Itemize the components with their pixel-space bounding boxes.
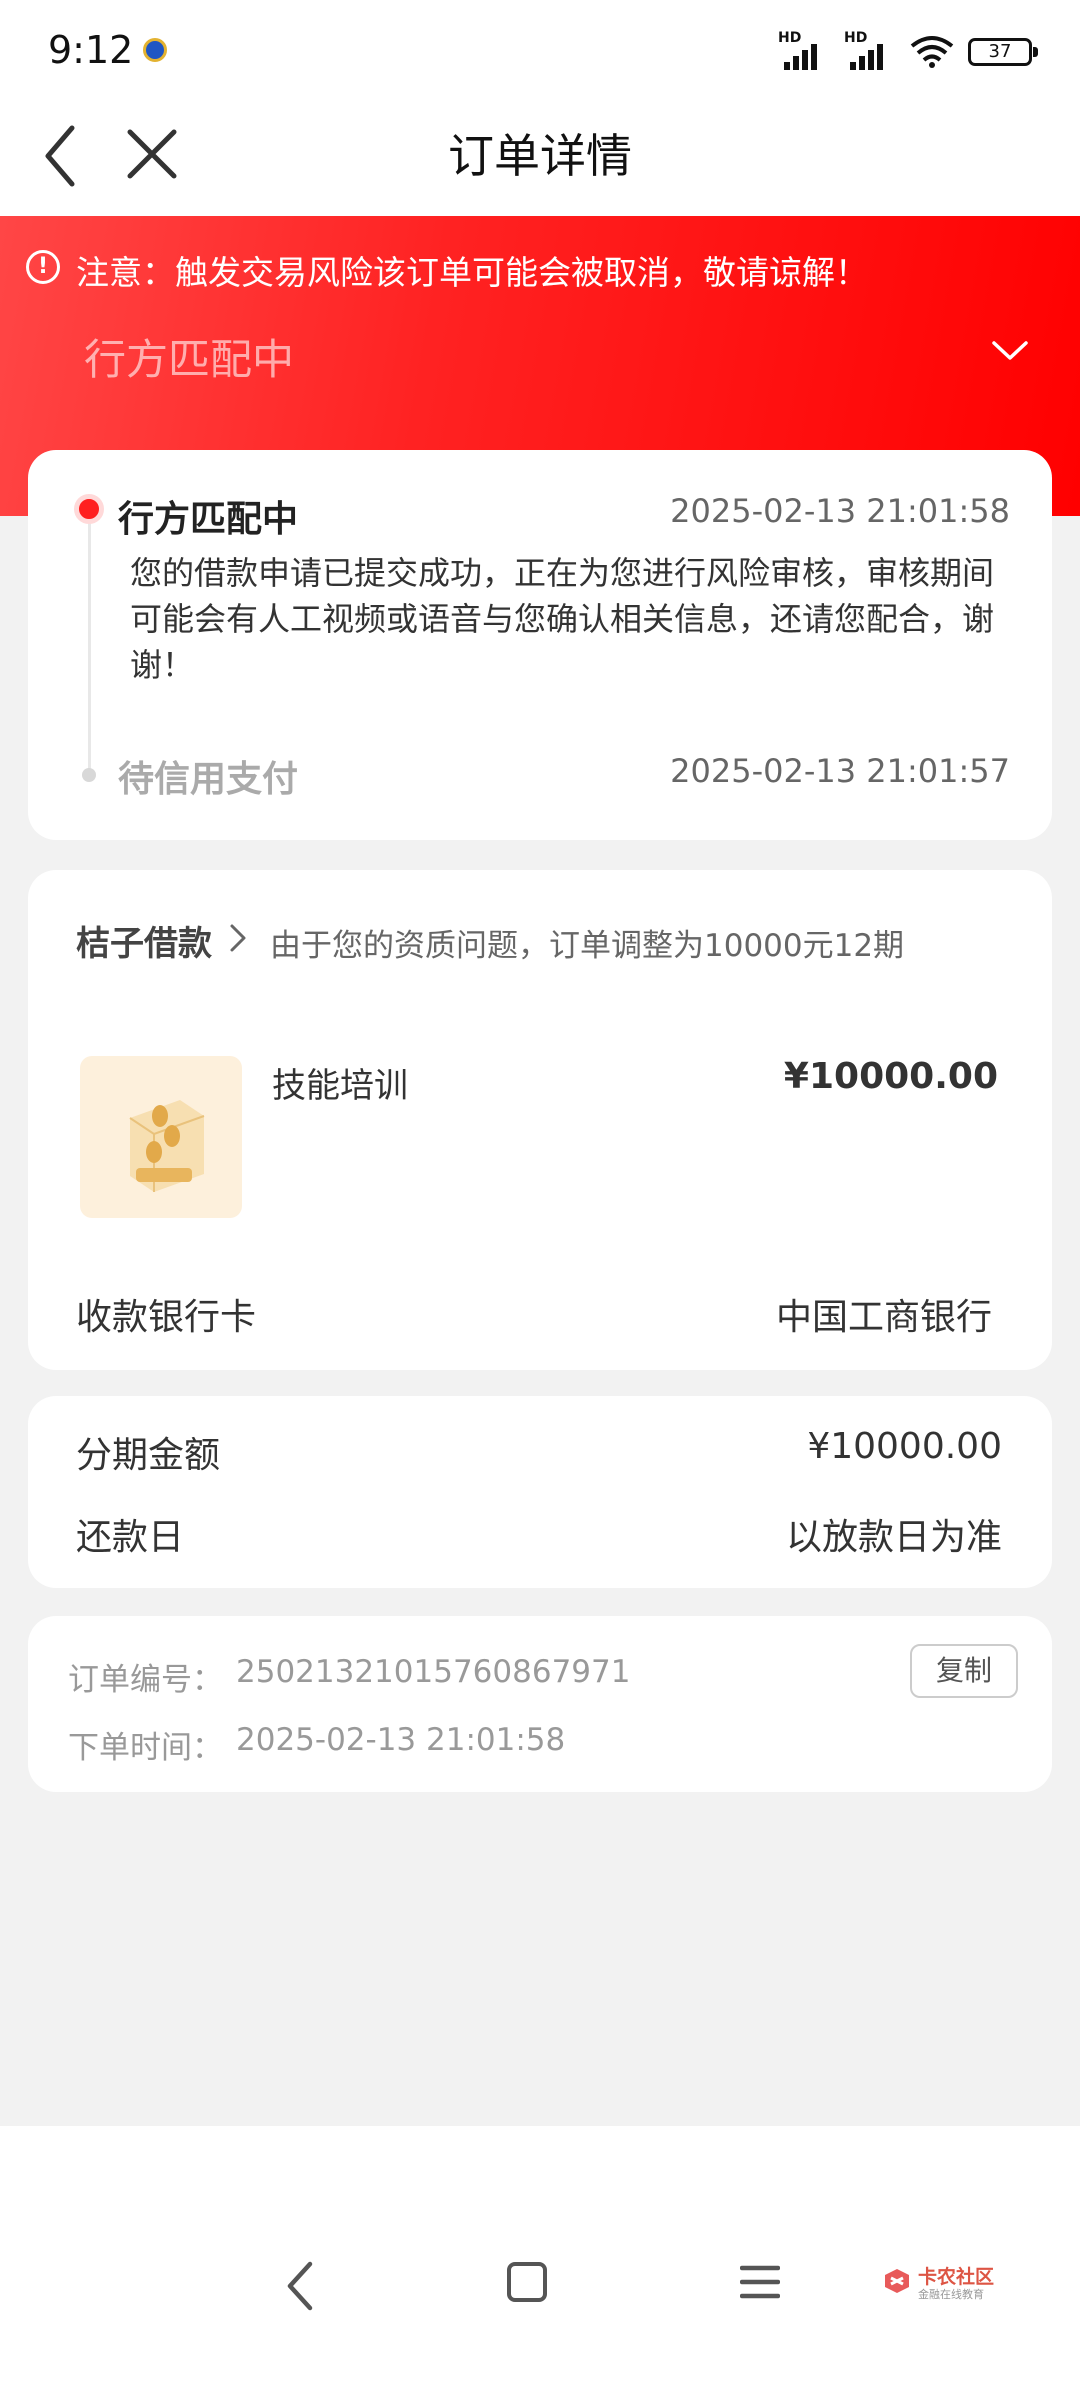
status-icons: HD HD 37: [778, 30, 1038, 72]
copy-button[interactable]: 复制: [910, 1644, 1018, 1698]
order-number-label: 订单编号：: [68, 1662, 223, 1698]
status-time: 9:12: [48, 28, 134, 72]
system-back-icon[interactable]: [280, 2256, 320, 2316]
wifi-icon: [910, 36, 954, 68]
chevron-down-icon[interactable]: [990, 338, 1030, 364]
page-title: 订单详情: [448, 129, 632, 183]
product-price: ¥10000.00: [783, 1056, 998, 1097]
order-timeline-card: 行方匹配中 2025-02-13 21:01:58 您的借款申请已提交成功，正在…: [28, 450, 1052, 840]
order-adjust-note: 由于您的资质问题，订单调整为10000元12期: [270, 928, 905, 964]
order-time-value: 2025-02-13 21:01:58: [236, 1722, 566, 1758]
timeline-line: [88, 520, 91, 776]
order-info-card: 订单编号： 250213210157608679​71 复制 下单时间： 202…: [28, 1616, 1052, 1792]
bank-card-value: 中国工商银行: [775, 1297, 992, 1338]
timeline-step-title: 行方匹配中: [118, 499, 299, 540]
bank-card-label: 收款银行卡: [76, 1297, 257, 1338]
warning-text: 注意：触发交易风险该订单可能会被取消，敬请谅解！: [76, 253, 868, 292]
order-number-value: 250213210157608679​71: [236, 1654, 631, 1690]
repay-day-label: 还款日: [76, 1517, 185, 1558]
warning-icon: !: [26, 250, 60, 284]
watermark-subtitle: 金融在线教育: [918, 2288, 984, 2301]
timeline-step-time: 2025-02-13 21:01:57: [670, 752, 1010, 790]
product-card: 桔子借款 由于您的资质问题，订单调整为10000元12期 技能培训 ¥10000…: [28, 870, 1052, 1370]
coin-box-icon: [129, 1100, 205, 1192]
installment-amount-value: ¥10000.00: [807, 1426, 1002, 1467]
notification-app-icon: [143, 38, 167, 62]
community-watermark: 卡农社区 金融在线教育: [882, 2262, 1002, 2310]
system-home-icon[interactable]: [507, 2262, 547, 2302]
installment-card: 分期金额 ¥10000.00 还款日 以放款日为准: [28, 1396, 1052, 1588]
lender-name[interactable]: 桔子借款: [76, 916, 212, 965]
product-image: [80, 1056, 242, 1218]
timeline-dot-inactive: [82, 768, 96, 782]
timeline-step-time: 2025-02-13 21:01:58: [670, 492, 1010, 530]
installment-amount-label: 分期金额: [76, 1435, 221, 1476]
signal-icon: HD: [778, 30, 830, 70]
timeline-step-description: 您的借款申请已提交成功，正在为您进行风险审核，审核期间可能会有人工视频或语音与您…: [130, 554, 995, 684]
chevron-right-icon[interactable]: [228, 920, 250, 956]
banner-status: 行方匹配中: [84, 335, 295, 384]
product-name: 技能培训: [272, 1066, 408, 1106]
signal-icon: HD: [844, 30, 896, 70]
system-menu-icon[interactable]: [740, 2262, 780, 2302]
timeline-step-title: 待信用支付: [118, 759, 299, 800]
community-logo-icon: [885, 2269, 909, 2293]
watermark-name: 卡农社区: [918, 2266, 995, 2288]
order-time-label: 下单时间：: [68, 1730, 223, 1766]
timeline-dot-active: [74, 494, 104, 524]
battery-icon: 37: [968, 38, 1038, 66]
repay-day-value: 以放款日为准: [785, 1517, 1002, 1558]
